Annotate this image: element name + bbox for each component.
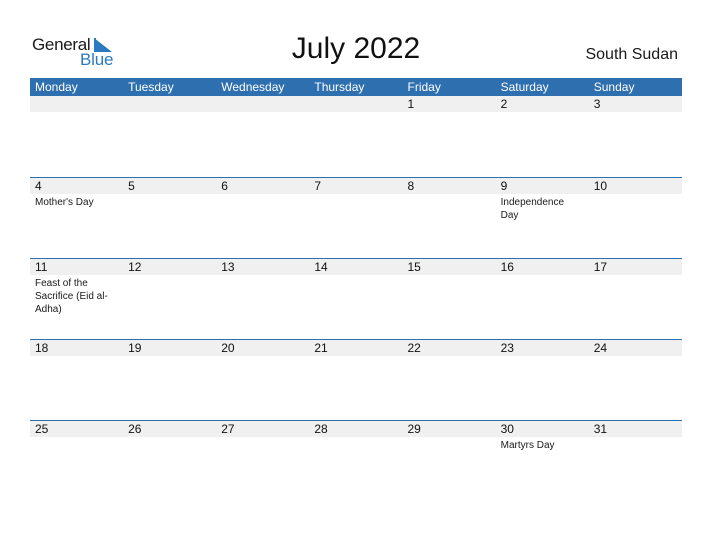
weeks-container: 1 2 3 4 5 6 7 8 9 10 Mother's Day Independence Day 1…: [30, 96, 682, 501]
holiday-label: [30, 356, 123, 358]
day-number: 30: [500, 422, 514, 436]
holiday-label: [30, 112, 123, 114]
weekday-header: Monday Tuesday Wednesday Thursday Friday…: [30, 78, 682, 96]
weekday-saturday: Saturday: [500, 80, 549, 94]
holiday-label: [403, 356, 496, 358]
day-number: 10: [593, 179, 608, 193]
weekday-friday: Friday: [407, 80, 441, 94]
day-number: 3: [593, 97, 601, 111]
holiday-label: [216, 437, 309, 452]
holiday-label: [309, 437, 402, 452]
day-number: 7: [314, 179, 322, 193]
day-number: 16: [500, 260, 514, 274]
date-strip: 25 26 27 28 29 30 31: [30, 421, 682, 437]
holiday-label: [589, 194, 682, 222]
events-row: Martyrs Day: [30, 437, 682, 452]
holiday-label: Independence Day: [500, 197, 565, 221]
holiday-label: [309, 356, 402, 358]
week-row: 18 19 20 21 22 23 24: [30, 339, 682, 420]
holiday-label: Feast of the Sacrifice (Eid al-Adha): [35, 278, 108, 315]
day-number: 15: [407, 260, 421, 274]
holiday-label: [496, 275, 589, 316]
holiday-label: [403, 275, 496, 316]
holiday-label: [30, 437, 123, 452]
day-number: 26: [128, 422, 142, 436]
country-label: South Sudan: [585, 46, 678, 63]
day-number: [309, 96, 402, 112]
day-number: 22: [407, 341, 421, 355]
weekday-wednesday: Wednesday: [221, 80, 285, 94]
holiday-label: [589, 356, 682, 358]
week-row: 4 5 6 7 8 9 10 Mother's Day Independence Day: [30, 177, 682, 258]
holiday-label: [589, 437, 682, 452]
holiday-label: [123, 112, 216, 114]
holiday-label: [589, 112, 682, 114]
events-row: [30, 112, 682, 114]
holiday-label: [216, 112, 309, 114]
holiday-label: [216, 275, 309, 316]
holiday-label: Martyrs Day: [500, 440, 555, 451]
holiday-label: Mother's Day: [35, 197, 94, 208]
holiday-label: [403, 437, 496, 452]
day-number: 21: [314, 341, 328, 355]
day-number: 12: [128, 260, 142, 274]
day-number: 28: [314, 422, 328, 436]
day-number: 13: [221, 260, 235, 274]
holiday-label: [123, 275, 216, 316]
day-number: 14: [314, 260, 328, 274]
day-number: [30, 96, 123, 112]
day-number: 25: [35, 422, 49, 436]
day-number: 18: [35, 341, 49, 355]
day-number: 5: [128, 179, 135, 193]
events-row: [30, 356, 682, 358]
events-row: Mother's Day Independence Day: [30, 194, 682, 222]
holiday-label: [403, 112, 496, 114]
holiday-label: [589, 275, 682, 316]
calendar-grid: Monday Tuesday Wednesday Thursday Friday…: [30, 78, 682, 501]
day-number: 23: [500, 341, 514, 355]
weekday-monday: Monday: [35, 80, 78, 94]
holiday-label: [309, 275, 402, 316]
holiday-label: [403, 194, 496, 222]
holiday-label: [123, 356, 216, 358]
day-number: 19: [128, 341, 142, 355]
holiday-label: [123, 437, 216, 452]
date-strip: 1 2 3: [30, 96, 682, 112]
day-number: 9: [500, 179, 508, 193]
weekday-sunday: Sunday: [593, 80, 635, 94]
holiday-label: [309, 112, 402, 114]
day-number: 8: [407, 179, 415, 193]
day-number: 1: [407, 97, 415, 111]
events-row: Feast of the Sacrifice (Eid al-Adha): [30, 275, 682, 316]
holiday-label: [216, 194, 309, 222]
weekday-thursday: Thursday: [314, 80, 365, 94]
day-number: 29: [407, 422, 421, 436]
day-number: 31: [593, 422, 608, 436]
day-number: 20: [221, 341, 235, 355]
day-number: [216, 96, 309, 112]
day-number: 4: [35, 179, 42, 193]
holiday-label: [309, 194, 402, 222]
holiday-label: [123, 194, 216, 222]
day-number: 2: [500, 97, 508, 111]
week-row: 25 26 27 28 29 30 31 Martyrs Day: [30, 420, 682, 501]
day-number: 17: [593, 260, 608, 274]
day-number: 11: [35, 260, 48, 274]
holiday-label: [496, 112, 589, 114]
date-strip: 18 19 20 21 22 23 24: [30, 340, 682, 356]
weekday-tuesday: Tuesday: [128, 80, 174, 94]
date-strip: 4 5 6 7 8 9 10: [30, 178, 682, 194]
day-number: 27: [221, 422, 235, 436]
week-row: 1 2 3: [30, 96, 682, 177]
date-strip: 11 12 13 14 15 16 17: [30, 259, 682, 275]
day-number: 6: [221, 179, 228, 193]
day-number: 24: [593, 341, 608, 355]
holiday-label: [496, 356, 589, 358]
week-row: 11 12 13 14 15 16 17 Feast of the Sacrifice (Ei…: [30, 258, 682, 339]
holiday-label: [216, 356, 309, 358]
day-number: [123, 96, 216, 112]
